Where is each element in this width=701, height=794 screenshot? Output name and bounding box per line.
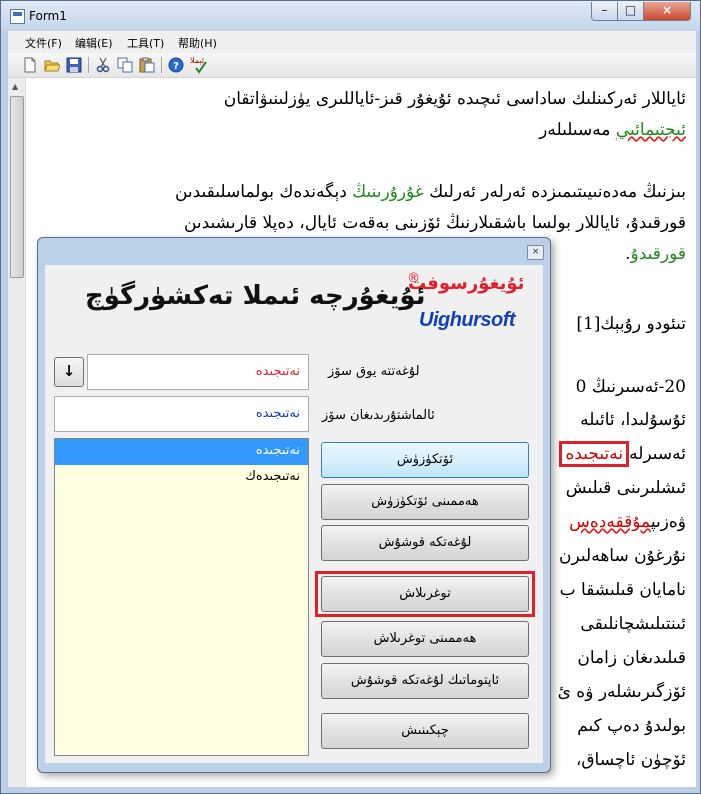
misspelled-word-highlight[interactable]: نەتىجىدە (559, 441, 630, 467)
dialog-body: ® ئۇيغۇرسوفت Uighursoft ئۇيغۇرچە ئىملا ت… (45, 265, 543, 763)
autocorrect-add-button[interactable]: ئاپتوماتىك لۇغەتكە قوشۇش (321, 663, 529, 699)
spellcheck-dialog: × ® ئۇيغۇرسوفت Uighursoft ئۇيغۇرچە ئىملا… (37, 237, 551, 773)
paste-icon[interactable] (139, 57, 155, 73)
menu-bar: 文件(F) 编辑(E) 工具(T) 帮助(H) (8, 31, 696, 53)
open-icon[interactable] (44, 57, 61, 73)
dialog-title: ئۇيغۇرچە ئىملا تەكشۈرگۈچ (85, 281, 426, 311)
spellcheck-icon[interactable]: ئېملا (190, 56, 212, 74)
list-item[interactable]: نەتىجىدەك (55, 465, 308, 491)
doc-line: قورقىدۇ، ئاياللار بولسا باشقىلارنىڭ ئۆزى… (183, 213, 686, 233)
doc-line: 20-ئەسىرنىڭ 0 (575, 377, 686, 397)
doc-word-flagged[interactable]: مۇققەدەس (569, 512, 651, 532)
doc-line: قىلىدىغان زامان (577, 648, 686, 668)
dialog-close-button[interactable]: × (527, 245, 544, 260)
save-icon[interactable] (66, 57, 82, 73)
add-to-dictionary-button[interactable]: لۇغەتكە قوشۇش (321, 525, 529, 561)
exit-button[interactable]: چېكىنىش (321, 713, 529, 749)
highlight-box (315, 571, 535, 617)
not-in-dictionary-field[interactable]: نەتىجىدە (87, 354, 309, 390)
cut-icon[interactable] (95, 57, 111, 73)
use-suggestion-button[interactable]: ↓ (54, 357, 84, 387)
app-icon (10, 9, 25, 24)
copy-icon[interactable] (117, 57, 133, 73)
change-all-button[interactable]: ھەممىنى توغرىلاش (321, 621, 529, 657)
doc-line: ئۇسۇلىدا، ئائىلە (580, 410, 686, 430)
minimize-button[interactable]: – (591, 2, 618, 21)
scroll-up-icon[interactable]: ▲ (12, 82, 18, 91)
menu-tools[interactable]: 工具(T) (127, 35, 164, 51)
doc-line: ئۆچۈن ئاچساق، (575, 750, 686, 770)
list-item[interactable]: نەتىجىدە (55, 439, 308, 465)
doc-word-flagged[interactable]: ئىجتىمائىي (616, 120, 686, 140)
label-not-in-dictionary: لۇغەتتە يوق سۆز (328, 364, 420, 379)
menu-help[interactable]: 帮助(H) (178, 35, 217, 51)
vertical-scrollbar[interactable]: ▲ (8, 78, 26, 787)
title-bar[interactable]: Form1 – □ × (1, 1, 700, 31)
doc-line: تىئودو رۇبېك[1] (576, 314, 686, 334)
toolbar: ? ئېملا (8, 53, 696, 78)
window-title: Form1 (29, 9, 67, 23)
help-icon[interactable]: ? (168, 57, 184, 73)
doc-line: ئاياللار ئەركىنلىك ساداسى ئىچىدە ئۇيغۇر … (223, 89, 686, 109)
doc-line: نۇرغۇن ساھەلىرن (559, 546, 686, 566)
doc-line: ئۆزگىرىشلەر ۋە ئ (557, 682, 686, 702)
replacement-word-field[interactable]: نەتىجىدە (54, 396, 309, 432)
suggestions-list[interactable]: نەتىجىدە نەتىجىدەك (54, 438, 309, 756)
doc-line: بىزنىڭ مەدەنىيىتىمىزدە ئەرلەر ئەرلىك غۇر… (175, 182, 686, 202)
maximize-button[interactable]: □ (617, 2, 644, 21)
doc-text: مەسىلىلەر (539, 120, 616, 140)
doc-word-flagged[interactable]: غۇرۇرىنىڭ (352, 182, 424, 202)
menu-edit[interactable]: 编辑(E) (75, 35, 113, 51)
new-icon[interactable] (22, 57, 38, 73)
doc-line: ئىجتىمائىي مەسىلىلەر (539, 120, 686, 140)
ignore-button[interactable]: ئۆتكۈزۈش (321, 442, 529, 478)
close-window-button[interactable]: × (643, 2, 691, 21)
doc-line: ۋەزىپمۇققەدەس (569, 512, 686, 532)
main-window: Form1 – □ × 文件(F) 编辑(E) 工具(T) 帮助(H) ? ئې… (0, 0, 701, 794)
doc-word-flagged[interactable]: قورقىدۇ (630, 244, 686, 264)
doc-line: قورقىدۇ. (625, 244, 686, 264)
doc-text: بىزنىڭ مەدەنىيىتىمىزدە ئەرلەر ئەرلىك (423, 182, 686, 202)
doc-line: ئەسىرلەنەتىجىدە (559, 441, 686, 467)
doc-text: ۋەزىپ (650, 512, 686, 532)
toolbar-separator (88, 57, 89, 73)
svg-text:?: ? (173, 61, 179, 72)
ignore-all-button[interactable]: ھەممىنى ئۆتكۈزۈش (321, 484, 529, 520)
doc-line: ئىنتىلىشچانلىقى (580, 614, 686, 634)
toolbar-separator (161, 57, 162, 73)
doc-text: ئەسىرلە (629, 444, 686, 464)
scrollbar-thumb[interactable] (10, 96, 24, 278)
menu-file[interactable]: 文件(F) (25, 35, 62, 51)
brand-logo-latin: Uighursoft (419, 309, 516, 331)
doc-line: نامايان قىلىشقا ب (559, 580, 686, 600)
label-replacement-word: ئالماشتۇرىدىغان سۆز (322, 408, 435, 423)
doc-line: ئىشلىرىنى قىلىش (565, 478, 686, 498)
doc-line: بولىدۇ دەپ كىم (577, 716, 686, 736)
doc-text: دېگەندەك بولماسلىقىدىن (174, 182, 353, 202)
